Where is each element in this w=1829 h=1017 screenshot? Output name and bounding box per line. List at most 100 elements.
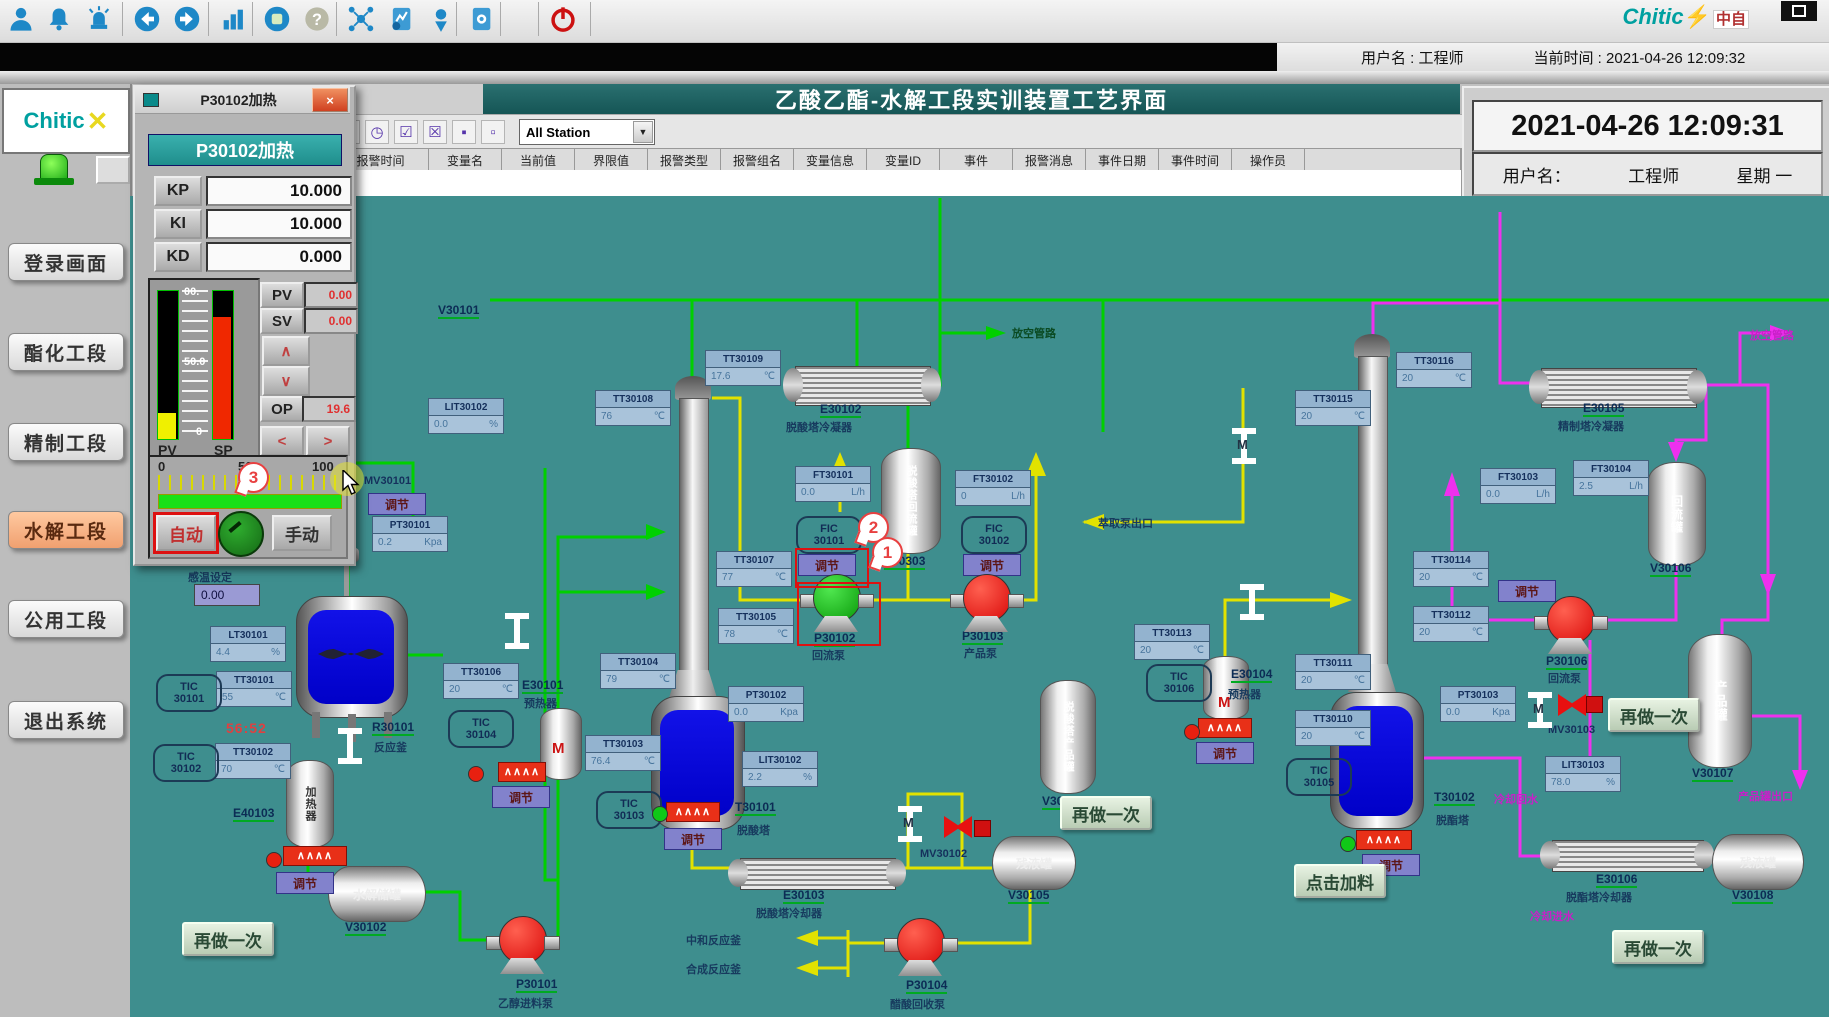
instrument-TT30114[interactable]: TT3011420℃: [1413, 551, 1489, 587]
label-E30102[interactable]: E30102: [820, 402, 861, 418]
label-V30106[interactable]: V30106: [1650, 561, 1691, 577]
instrument-PT30101[interactable]: PT301010.2Kpa: [372, 516, 448, 552]
manual-valve[interactable]: [1240, 584, 1264, 620]
pump-P30104[interactable]: [884, 918, 956, 976]
sv-value[interactable]: 0.00: [304, 308, 358, 334]
instrument-TT30107[interactable]: TT3010777℃: [716, 551, 792, 587]
locate-icon[interactable]: [424, 3, 458, 35]
ack-check-icon[interactable]: ☑: [394, 120, 418, 144]
tank-V30102[interactable]: 水解储罐: [328, 866, 426, 922]
instrument-FT30102[interactable]: FT301020L/h: [955, 470, 1031, 506]
power-icon[interactable]: [546, 3, 580, 35]
op-right-button[interactable]: >: [306, 426, 350, 456]
station-filter-select[interactable]: All Station ▼: [519, 119, 655, 145]
instrument-TT30109[interactable]: TT3010917.6℃: [705, 350, 781, 386]
action-button-点击加料[interactable]: 点击加料: [1294, 864, 1386, 898]
stop-icon[interactable]: [260, 3, 294, 35]
instrument-PT30103[interactable]: PT301030.0Kpa: [1440, 686, 1516, 722]
controller-TIC30101[interactable]: TIC30101: [156, 674, 222, 712]
bell-icon[interactable]: [42, 3, 76, 35]
ack-cross-icon[interactable]: ☒: [423, 120, 447, 144]
window-restore-button[interactable]: [1781, 1, 1817, 21]
label-E30104[interactable]: E30104: [1231, 667, 1272, 683]
alarm-column-13[interactable]: 操作员: [1232, 149, 1305, 171]
adjust-button[interactable]: 调节: [368, 493, 426, 515]
increase-button[interactable]: ∧: [262, 336, 310, 366]
help-icon[interactable]: ?: [300, 3, 334, 35]
adjust-button[interactable]: 调节: [1196, 742, 1254, 764]
manual-button[interactable]: 手动: [272, 515, 332, 551]
sidebar-item-3[interactable]: 精制工段: [8, 423, 124, 461]
column-T30101[interactable]: [679, 398, 709, 672]
alarm-table-body[interactable]: [332, 170, 1462, 197]
label-T30101[interactable]: T30101: [735, 800, 776, 816]
alarm-column-2[interactable]: 变量名: [429, 149, 502, 171]
label-V30101[interactable]: V30101: [438, 303, 479, 319]
trend-report-icon[interactable]: [384, 3, 418, 35]
adjust-button[interactable]: 调节: [963, 554, 1021, 576]
instrument-LT30101[interactable]: LT301014.4%: [210, 626, 286, 662]
label-P30104[interactable]: P30104: [906, 978, 947, 994]
instrument-TT30112[interactable]: TT3011220℃: [1413, 606, 1489, 642]
cooler-E30103[interactable]: [740, 858, 896, 890]
action-button-再做一次[interactable]: 再做一次: [1060, 796, 1152, 830]
action-button-再做一次[interactable]: 再做一次: [182, 922, 274, 956]
sidebar-item-6[interactable]: 退出系统: [8, 701, 124, 739]
drum-V30104[interactable]: 脱酸塔产品罐: [1040, 680, 1096, 794]
condenser-E30102[interactable]: [795, 366, 931, 406]
sidebar-item-1[interactable]: 登录画面: [8, 243, 124, 281]
alarm-column-11[interactable]: 事件日期: [1086, 149, 1159, 171]
user-icon[interactable]: [4, 3, 38, 35]
label-E30105[interactable]: E30105: [1583, 401, 1624, 417]
label-E30103[interactable]: E30103: [783, 888, 824, 904]
alarm-column-9[interactable]: 事件: [940, 149, 1013, 171]
lock-icon[interactable]: ▪: [452, 120, 476, 144]
config-report-icon[interactable]: [464, 3, 498, 35]
instrument-FT30101[interactable]: FT301010.0L/h: [795, 466, 871, 502]
manual-valve[interactable]: [338, 728, 362, 764]
bar-chart-icon[interactable]: [216, 3, 250, 35]
controller-TIC30106[interactable]: TIC30106: [1146, 664, 1212, 702]
instrument-PT30102[interactable]: PT301020.0Kpa: [728, 686, 804, 722]
network-icon[interactable]: [344, 3, 378, 35]
action-button-再做一次[interactable]: 再做一次: [1608, 698, 1700, 732]
instrument-TT30106[interactable]: TT3010620℃: [443, 663, 519, 699]
label-V30108[interactable]: V30108: [1732, 888, 1773, 904]
label-V30107[interactable]: V30107: [1692, 766, 1733, 782]
alarm-column-10[interactable]: 报警消息: [1013, 149, 1086, 171]
mode-knob[interactable]: [218, 511, 264, 557]
instrument-TT30103[interactable]: TT3010376.4℃: [585, 735, 661, 771]
op-value[interactable]: 19.6: [302, 396, 356, 422]
sidebar-item-2[interactable]: 酯化工段: [8, 333, 124, 371]
setpoint-field[interactable]: 0.00: [194, 584, 260, 606]
unlock-icon[interactable]: ▫: [481, 120, 505, 144]
output-bar[interactable]: [158, 494, 342, 509]
alarm-column-6[interactable]: 报警组名: [721, 149, 794, 171]
alarm-column-12[interactable]: 事件时间: [1159, 149, 1232, 171]
instrument-FT30104[interactable]: FT301042.5L/h: [1573, 460, 1649, 496]
instrument-TT30116[interactable]: TT3011620℃: [1396, 352, 1472, 388]
drum-V30106[interactable]: 回流罐: [1648, 462, 1706, 566]
label-V30105[interactable]: V30105: [1008, 888, 1049, 904]
tank-V30108[interactable]: 残液罐: [1712, 834, 1804, 890]
op-left-button[interactable]: <: [260, 426, 304, 456]
instrument-TT30111[interactable]: TT3011120℃: [1295, 654, 1371, 690]
label-E30101[interactable]: E30101: [522, 678, 563, 694]
instrument-TT30104[interactable]: TT3010479℃: [600, 653, 676, 689]
heater-E40103[interactable]: 加热器: [286, 760, 334, 848]
dropdown-arrow-icon[interactable]: ▼: [633, 121, 653, 143]
label-V30102[interactable]: V30102: [345, 920, 386, 936]
alarm-column-8[interactable]: 变量ID: [867, 149, 940, 171]
clock-icon[interactable]: ◷: [365, 120, 389, 144]
alarm-column-3[interactable]: 当前值: [502, 149, 575, 171]
forward-icon[interactable]: [170, 3, 204, 35]
adjust-button[interactable]: 调节: [492, 786, 550, 808]
instrument-TT30115[interactable]: TT3011520℃: [1295, 390, 1371, 426]
sidebar-item-4-active[interactable]: 水解工段: [8, 511, 124, 549]
motor-valve[interactable]: M: [1232, 428, 1256, 464]
pump-P30106[interactable]: [1534, 596, 1606, 654]
motor-valve[interactable]: M: [898, 806, 922, 842]
instrument-FT30103[interactable]: FT301030.0L/h: [1480, 468, 1556, 504]
controller-TIC30105[interactable]: TIC30105: [1286, 758, 1352, 796]
cooler-E30106[interactable]: [1552, 840, 1704, 872]
